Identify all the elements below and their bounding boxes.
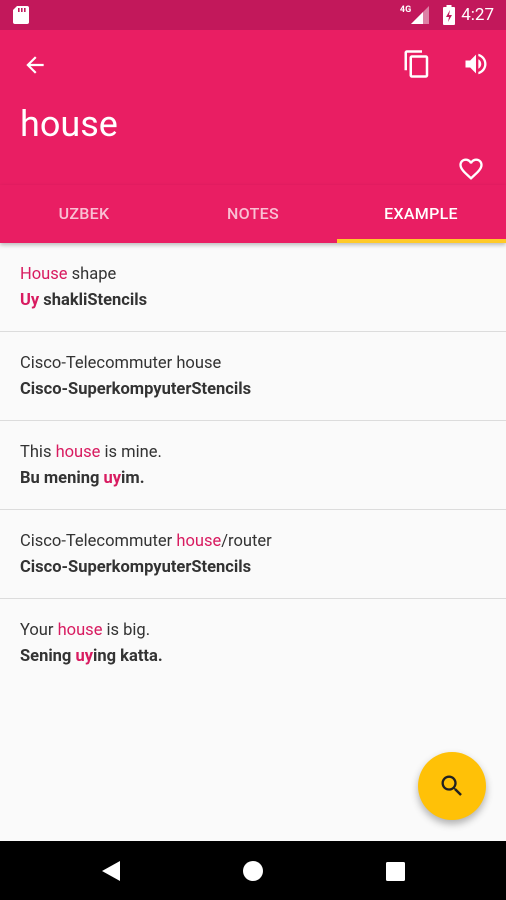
example-item[interactable]: This house is mine. Bu mening uyim. — [0, 421, 506, 510]
example-english: Cisco-Telecommuter house — [20, 354, 222, 373]
example-uzbek: Uy shakliStencils — [20, 291, 148, 310]
battery-icon — [443, 5, 456, 25]
example-english: House shape — [20, 265, 117, 284]
copy-icon[interactable] — [402, 49, 432, 79]
app-bar: house — [0, 30, 506, 185]
example-item[interactable]: House shape Uy shakliStencils — [0, 243, 506, 332]
signal-icon — [411, 6, 430, 24]
status-bar: 4G 4:27 — [0, 0, 506, 30]
heart-outline-icon[interactable] — [457, 155, 485, 183]
example-item[interactable]: Your house is big. Sening uying katta. — [0, 599, 506, 688]
clock: 4:27 — [461, 5, 494, 25]
example-uzbek: Cisco-SuperkompyuterStencils — [20, 558, 252, 577]
system-nav-bar — [0, 841, 506, 900]
sd-card-icon — [13, 6, 29, 24]
tab-notes[interactable]: NOTES — [169, 185, 337, 243]
tab-uzbek[interactable]: UZBEK — [0, 185, 168, 243]
example-english: This house is mine. — [20, 443, 162, 462]
volume-icon[interactable] — [462, 50, 490, 78]
example-list: House shape Uy shakliStencils Cisco-Tele… — [0, 243, 506, 688]
network-type: 4G — [399, 5, 412, 15]
search-icon — [441, 775, 462, 796]
example-english: Your house is big. — [20, 621, 151, 640]
arrow-back-icon[interactable] — [22, 52, 48, 78]
example-english: Cisco-Telecommuter house/router — [20, 532, 272, 551]
example-uzbek: Sening uying katta. — [20, 647, 163, 666]
nav-home-icon[interactable] — [242, 860, 264, 882]
page-title: house — [20, 103, 118, 145]
example-item[interactable]: Cisco-Telecommuter house Cisco-Superkomp… — [0, 332, 506, 421]
example-uzbek: Cisco-SuperkompyuterStencils — [20, 380, 252, 399]
nav-back-icon[interactable] — [100, 860, 122, 882]
nav-recents-icon[interactable] — [386, 862, 405, 881]
tab-bar: UZBEK NOTES EXAMPLE — [0, 185, 506, 243]
search-fab-button[interactable] — [418, 752, 486, 820]
example-uzbek: Bu mening uyim. — [20, 469, 145, 488]
tab-example[interactable]: EXAMPLE — [337, 185, 505, 243]
example-item[interactable]: Cisco-Telecommuter house/router Cisco-Su… — [0, 510, 506, 599]
